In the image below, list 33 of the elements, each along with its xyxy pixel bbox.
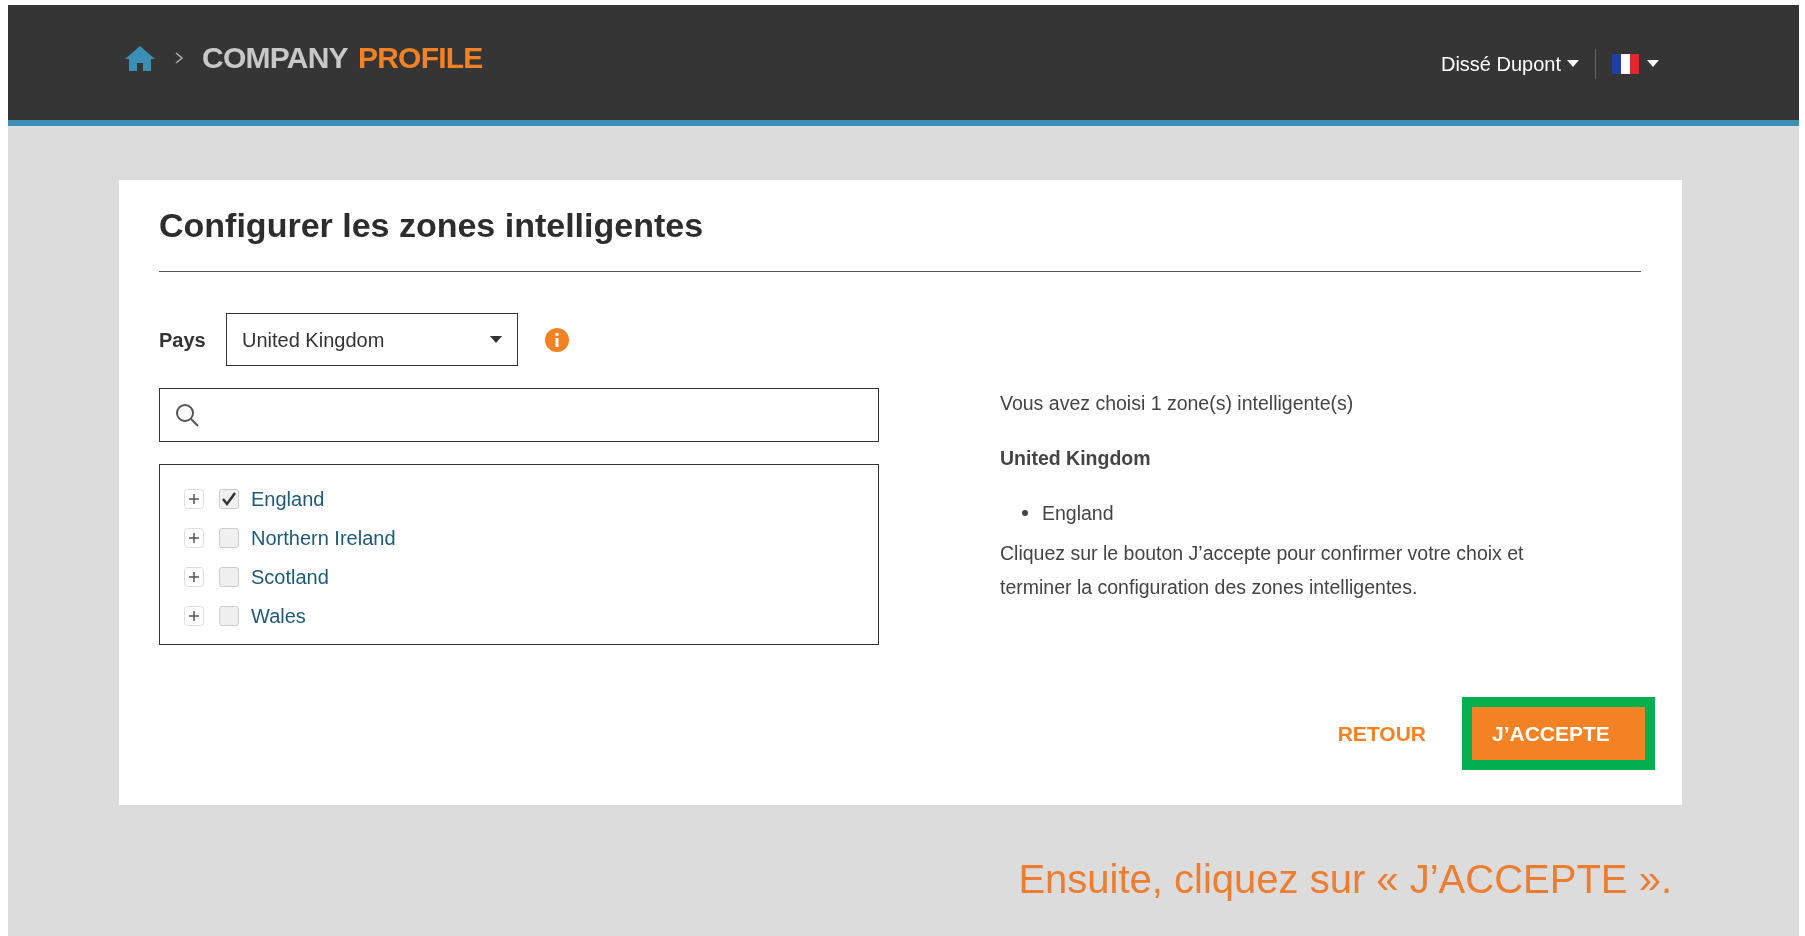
- page-title: PROFILE: [357, 40, 483, 76]
- checkbox[interactable]: [219, 605, 239, 626]
- tree-item-label[interactable]: Northern Ireland: [251, 522, 396, 553]
- info-icon[interactable]: [544, 326, 570, 353]
- zone-list-item: England: [1042, 501, 1114, 526]
- user-menu[interactable]: Dissé Dupont: [1440, 49, 1596, 79]
- instructions-text: Cliquez sur le bouton J’accepte pour confirmer votre choix et terminer la configuration des zones intelligentes.: [1000, 541, 1525, 600]
- selection-count-text: Vous avez choisi 1 zone(s) intelligente(s): [1000, 391, 1355, 416]
- country-heading: United Kingdom: [1000, 446, 1152, 471]
- caret-down-icon: [1647, 60, 1659, 68]
- field-label: Pays: [159, 327, 207, 353]
- country-dropdown[interactable]: United Kingdom: [226, 313, 518, 366]
- breadcrumb-text: COMPANY: [202, 40, 348, 76]
- tree-item-label[interactable]: Scotland: [251, 561, 329, 592]
- expand-icon[interactable]: [184, 527, 204, 548]
- search-icon: [174, 402, 200, 428]
- tree-item-label[interactable]: England: [251, 483, 325, 514]
- caret-down-icon: [490, 335, 502, 344]
- expand-icon[interactable]: [184, 605, 204, 626]
- dialog-title: Configurer les zones intelligentes: [159, 200, 1641, 272]
- checkbox[interactable]: [219, 527, 239, 548]
- caret-down-icon: [1567, 60, 1579, 68]
- expand-icon[interactable]: [184, 488, 204, 509]
- expand-icon[interactable]: [184, 566, 204, 587]
- search-field[interactable]: [159, 388, 879, 442]
- chevron-right-icon: [174, 50, 184, 65]
- caption-text: Ensuite, cliquez sur « J’ACCEPTE ».: [1017, 856, 1672, 903]
- home-icon[interactable]: [124, 43, 156, 72]
- checkbox[interactable]: [219, 488, 239, 509]
- bullet-icon: [1022, 510, 1028, 516]
- checkbox[interactable]: [219, 566, 239, 587]
- flag-icon: [1612, 54, 1639, 74]
- tree-item-label[interactable]: Wales: [251, 600, 306, 631]
